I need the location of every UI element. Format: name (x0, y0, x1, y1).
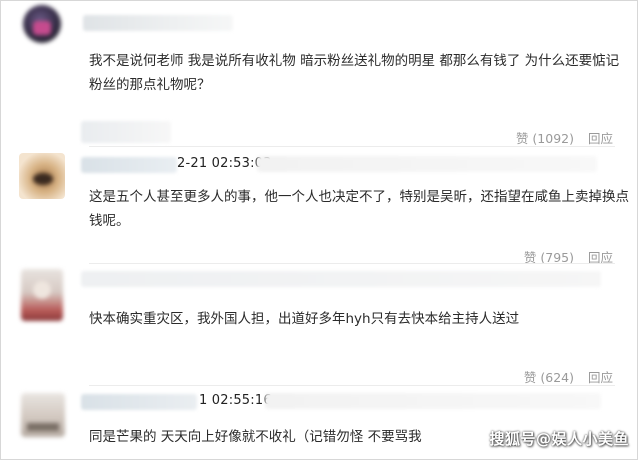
avatar[interactable] (23, 5, 61, 43)
avatar[interactable] (19, 153, 65, 199)
comment-text: 我不是说何老师 我是说所有收礼物 暗示粉丝送礼物的明星 都那么有钱了 为什么还要… (89, 53, 620, 93)
avatar[interactable] (21, 269, 63, 321)
divider (89, 385, 615, 386)
divider (89, 263, 615, 264)
username-blurred[interactable] (81, 271, 601, 287)
like-button[interactable]: 赞 (1092) (516, 128, 574, 147)
username-blurred[interactable] (81, 394, 197, 410)
header-blurred (257, 156, 597, 172)
reply-button[interactable]: 回应 (588, 128, 613, 147)
comment-text: 这是五个人甚至更多人的事，他一个人也决定不了，特别是吴昕，还指望在咸鱼上卖掉换点… (89, 189, 629, 229)
comment-list: 我不是说何老师 我是说所有收礼物 暗示粉丝送礼物的明星 都那么有钱了 为什么还要… (0, 0, 638, 460)
reply-preview-blurred (81, 121, 171, 143)
reply-button[interactable]: 回应 (588, 367, 613, 386)
watermark: 搜狐号@娱人小美鱼 (489, 430, 629, 448)
comment-actions: 赞 (624) 回应 (524, 367, 613, 386)
avatar[interactable] (21, 393, 65, 437)
username-blurred[interactable] (83, 15, 233, 31)
like-button[interactable]: 赞 (624) (524, 367, 574, 386)
username-blurred[interactable] (81, 157, 177, 173)
comment-actions: 赞 (1092) 回应 (516, 128, 613, 147)
comment-text: 快本确实重灾区，我外国人担，出道好多年hyh只有去快本给主持人送过 (89, 311, 520, 327)
divider (89, 146, 615, 147)
comment-timestamp: 1 02:55:16 (199, 393, 272, 408)
header-blurred (265, 393, 601, 409)
